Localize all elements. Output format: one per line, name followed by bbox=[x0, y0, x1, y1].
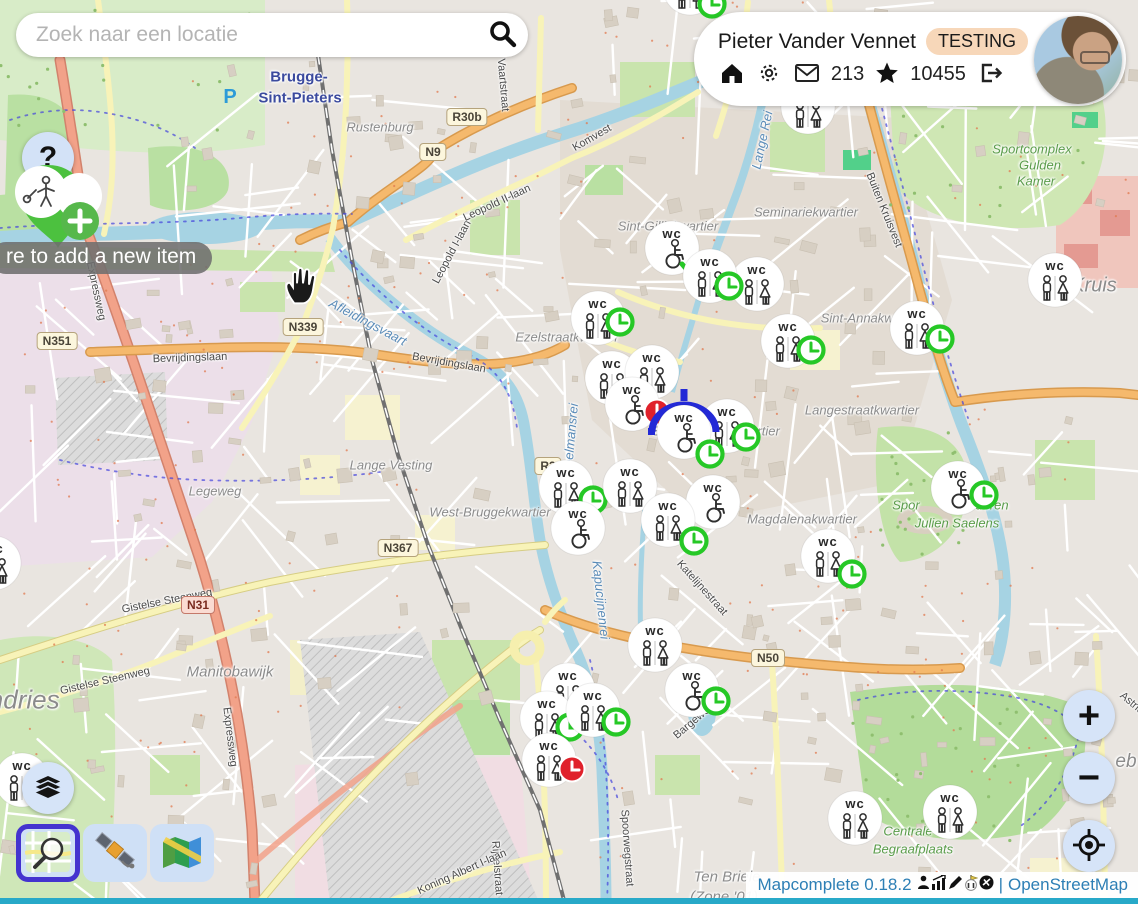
stats-icon[interactable] bbox=[931, 875, 947, 895]
layers-button[interactable] bbox=[22, 762, 74, 814]
svg-text:wc: wc bbox=[661, 226, 681, 241]
svg-text:wc: wc bbox=[582, 688, 602, 703]
zoom-in-button[interactable]: + bbox=[1063, 690, 1115, 742]
home-button[interactable] bbox=[718, 59, 746, 90]
osm-link[interactable]: OpenStreetMap bbox=[1008, 875, 1128, 895]
basemap-switcher bbox=[16, 824, 214, 882]
license-icon[interactable] bbox=[979, 875, 994, 895]
svg-text:wc: wc bbox=[0, 541, 4, 556]
svg-text:wc: wc bbox=[644, 623, 664, 638]
changesets-button[interactable] bbox=[873, 59, 901, 90]
svg-text:wc: wc bbox=[587, 296, 607, 311]
svg-text:wc: wc bbox=[641, 350, 661, 365]
avatar[interactable] bbox=[1034, 16, 1122, 104]
attribution-icons bbox=[917, 875, 994, 896]
app-version[interactable]: Mapcomplete 0.18.2 bbox=[758, 875, 912, 895]
svg-text:wc: wc bbox=[817, 534, 837, 549]
svg-text:wc: wc bbox=[906, 306, 926, 321]
search-bar[interactable] bbox=[16, 13, 528, 57]
gear-icon bbox=[757, 61, 781, 88]
green-clock-badge bbox=[799, 338, 824, 363]
add-item-tooltip: re to add a new item bbox=[0, 242, 212, 274]
svg-text:wc: wc bbox=[567, 506, 587, 521]
svg-text:wc: wc bbox=[673, 410, 693, 425]
user-panel-rows: Pieter Vander Vennet TESTING 213 10455 bbox=[718, 28, 1028, 90]
svg-text:wc: wc bbox=[601, 356, 621, 371]
settings-button[interactable] bbox=[755, 59, 783, 90]
svg-text:wc: wc bbox=[716, 404, 736, 419]
pencil-icon[interactable] bbox=[948, 875, 963, 895]
svg-text:wc: wc bbox=[702, 480, 722, 495]
svg-text:wc: wc bbox=[538, 738, 558, 753]
folded-map-icon bbox=[160, 832, 204, 875]
green-clock-badge bbox=[604, 710, 629, 735]
svg-text:wc: wc bbox=[681, 668, 701, 683]
svg-text:wc: wc bbox=[939, 790, 959, 805]
basemap-map-button[interactable] bbox=[150, 824, 214, 882]
star-icon bbox=[875, 61, 899, 88]
wc-marker[interactable]: wc bbox=[551, 501, 605, 555]
mapcomplete-app: RustenburgSint-GilliskwartierSeminariekw… bbox=[0, 0, 1138, 904]
green-clock-badge bbox=[700, 0, 725, 17]
logout-icon bbox=[977, 61, 1003, 88]
logout-button[interactable] bbox=[975, 59, 1005, 90]
green-clock-badge bbox=[734, 425, 759, 450]
green-clock-badge bbox=[717, 274, 742, 299]
changesets-count: 10455 bbox=[910, 63, 966, 86]
geolocate-icon bbox=[1072, 828, 1106, 865]
svg-text:wc: wc bbox=[699, 254, 719, 269]
search-input[interactable] bbox=[16, 23, 476, 47]
mail-icon bbox=[794, 62, 820, 87]
theme-pin-icon[interactable] bbox=[964, 875, 978, 896]
bottom-strip bbox=[0, 898, 1138, 904]
green-clock-badge bbox=[704, 689, 729, 714]
user-name: Pieter Vander Vennet bbox=[718, 30, 916, 54]
poi-markers-layer: wc wc wc wc wc wc wc wc wc wc wc wc wc wc wc wc wc wc wc wc… bbox=[0, 0, 1138, 904]
green-clock-badge bbox=[698, 442, 723, 467]
svg-text:wc: wc bbox=[947, 466, 967, 481]
messages-count: 213 bbox=[831, 63, 864, 86]
geolocate-button[interactable] bbox=[1063, 820, 1115, 872]
osm-carto-icon bbox=[25, 831, 71, 876]
layers-icon bbox=[30, 770, 66, 807]
testing-badge: TESTING bbox=[926, 28, 1028, 55]
satellite-icon bbox=[92, 831, 138, 876]
green-clock-badge bbox=[682, 529, 707, 554]
search-button[interactable] bbox=[476, 13, 528, 57]
svg-text:wc: wc bbox=[536, 696, 556, 711]
svg-text:wc: wc bbox=[555, 465, 575, 480]
green-clock-badge bbox=[608, 310, 633, 335]
svg-text:wc: wc bbox=[844, 796, 864, 811]
green-clock-badge bbox=[840, 562, 865, 587]
svg-text:wc: wc bbox=[1044, 258, 1064, 273]
help-button[interactable]: ? bbox=[22, 132, 74, 184]
messages-button[interactable] bbox=[792, 60, 822, 89]
svg-text:wc: wc bbox=[619, 464, 639, 479]
green-clock-badge bbox=[972, 483, 997, 508]
svg-text:wc: wc bbox=[657, 498, 677, 513]
wc-marker[interactable]: wc bbox=[628, 618, 682, 672]
zoom-out-button[interactable]: − bbox=[1063, 752, 1115, 804]
attribution-bar[interactable]: Mapcomplete 0.18.2 | OpenStreetMap bbox=[746, 872, 1138, 898]
search-icon bbox=[487, 19, 517, 52]
svg-text:wc: wc bbox=[746, 262, 766, 277]
svg-text:wc: wc bbox=[777, 319, 797, 334]
contributor-icon[interactable] bbox=[917, 875, 930, 895]
basemap-satellite-button[interactable] bbox=[83, 824, 147, 882]
wc-marker[interactable]: wc bbox=[923, 785, 977, 839]
wc-marker[interactable]: wc bbox=[0, 536, 21, 590]
svg-text:wc: wc bbox=[557, 668, 577, 683]
basemap-osm-button[interactable] bbox=[16, 824, 80, 882]
wc-marker[interactable]: wc bbox=[1028, 253, 1082, 307]
wc-marker[interactable]: wc bbox=[828, 791, 882, 845]
home-icon bbox=[720, 61, 744, 88]
svg-text:wc: wc bbox=[621, 382, 641, 397]
red-clock-badge bbox=[560, 757, 585, 782]
green-clock-badge bbox=[928, 327, 953, 352]
attribution-separator: | bbox=[999, 875, 1003, 895]
